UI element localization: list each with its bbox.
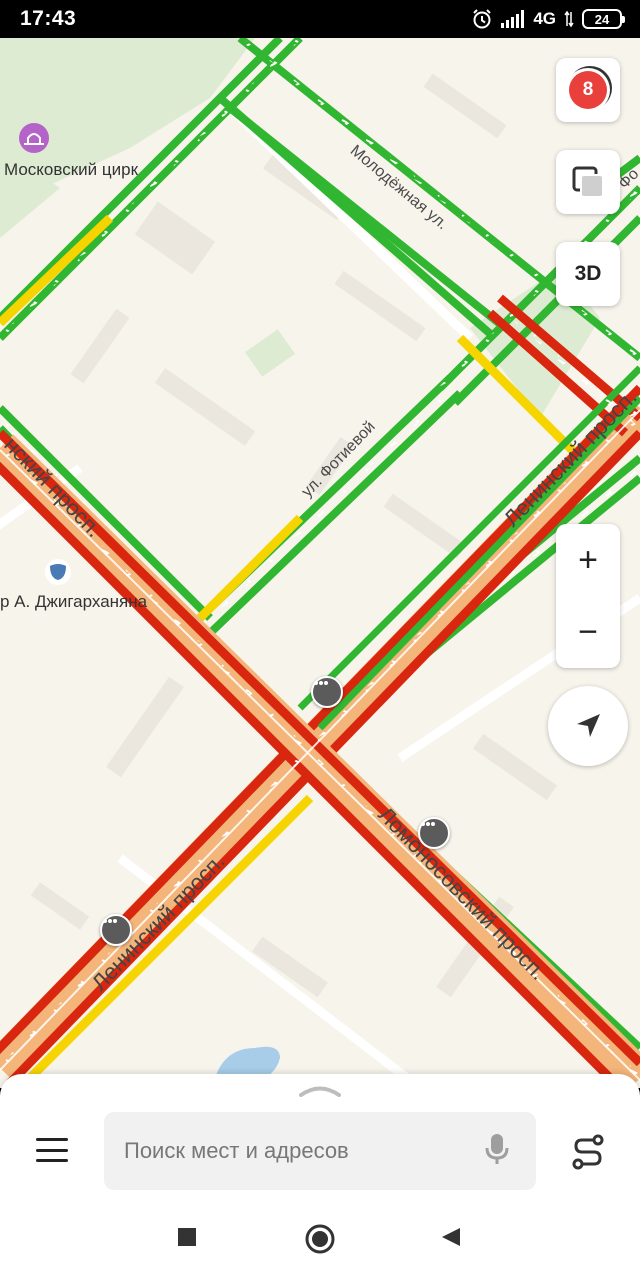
chat-icon [103, 919, 117, 923]
layers-icon [572, 166, 604, 198]
status-time: 17:43 [20, 7, 77, 30]
sheet-handle-icon[interactable] [298, 1084, 342, 1098]
status-icons: 4G 24 [471, 7, 625, 31]
traffic-level-badge: 8 [569, 71, 607, 109]
layers-button[interactable] [556, 150, 620, 214]
back-icon[interactable] [440, 1226, 462, 1248]
route-icon[interactable] [566, 1130, 610, 1174]
chat-icon [314, 681, 328, 685]
microphone-icon[interactable] [484, 1132, 510, 1168]
traffic-button[interactable]: 8 [556, 58, 620, 122]
menu-button[interactable] [32, 1132, 72, 1168]
zoom-controls: + − [556, 524, 620, 668]
my-location-button[interactable] [548, 686, 628, 766]
status-bar: 17:43 4G 24 [0, 0, 640, 38]
zoom-out-button[interactable]: − [556, 596, 620, 668]
map-canvas [0, 38, 640, 1088]
hamburger-icon [36, 1138, 68, 1141]
data-arrows-icon [564, 10, 574, 28]
signal-icon [501, 10, 525, 28]
zoom-in-button[interactable]: + [556, 524, 620, 596]
recent-apps-icon[interactable] [176, 1226, 198, 1248]
chat-icon [421, 822, 435, 826]
battery-level: 24 [594, 11, 610, 27]
system-navigation-bar [0, 1204, 640, 1280]
battery-icon: 24 [582, 9, 625, 29]
hamburger-line [36, 1148, 68, 1152]
map-view[interactable]: Московский цирк р А. Джигарханяна Молодё… [0, 38, 640, 1088]
3d-button[interactable]: 3D [556, 242, 620, 306]
hamburger-line [36, 1159, 68, 1162]
alarm-icon [471, 8, 493, 30]
road-event-bubble[interactable] [311, 676, 343, 708]
home-icon[interactable] [304, 1223, 336, 1255]
network-type: 4G [533, 9, 556, 28]
search-input[interactable]: Поиск мест и адресов [104, 1112, 536, 1190]
search-placeholder: Поиск мест и адресов [124, 1138, 349, 1163]
road-event-bubble[interactable] [418, 817, 450, 849]
road-event-bubble[interactable] [100, 914, 132, 946]
poi-moscow-circus[interactable]: Московский цирк [4, 160, 138, 180]
bottom-search-sheet: Поиск мест и адресов [0, 1074, 640, 1204]
poi-theatre[interactable]: р А. Джигарханяна [0, 592, 147, 612]
navigation-arrow-icon [577, 714, 600, 737]
